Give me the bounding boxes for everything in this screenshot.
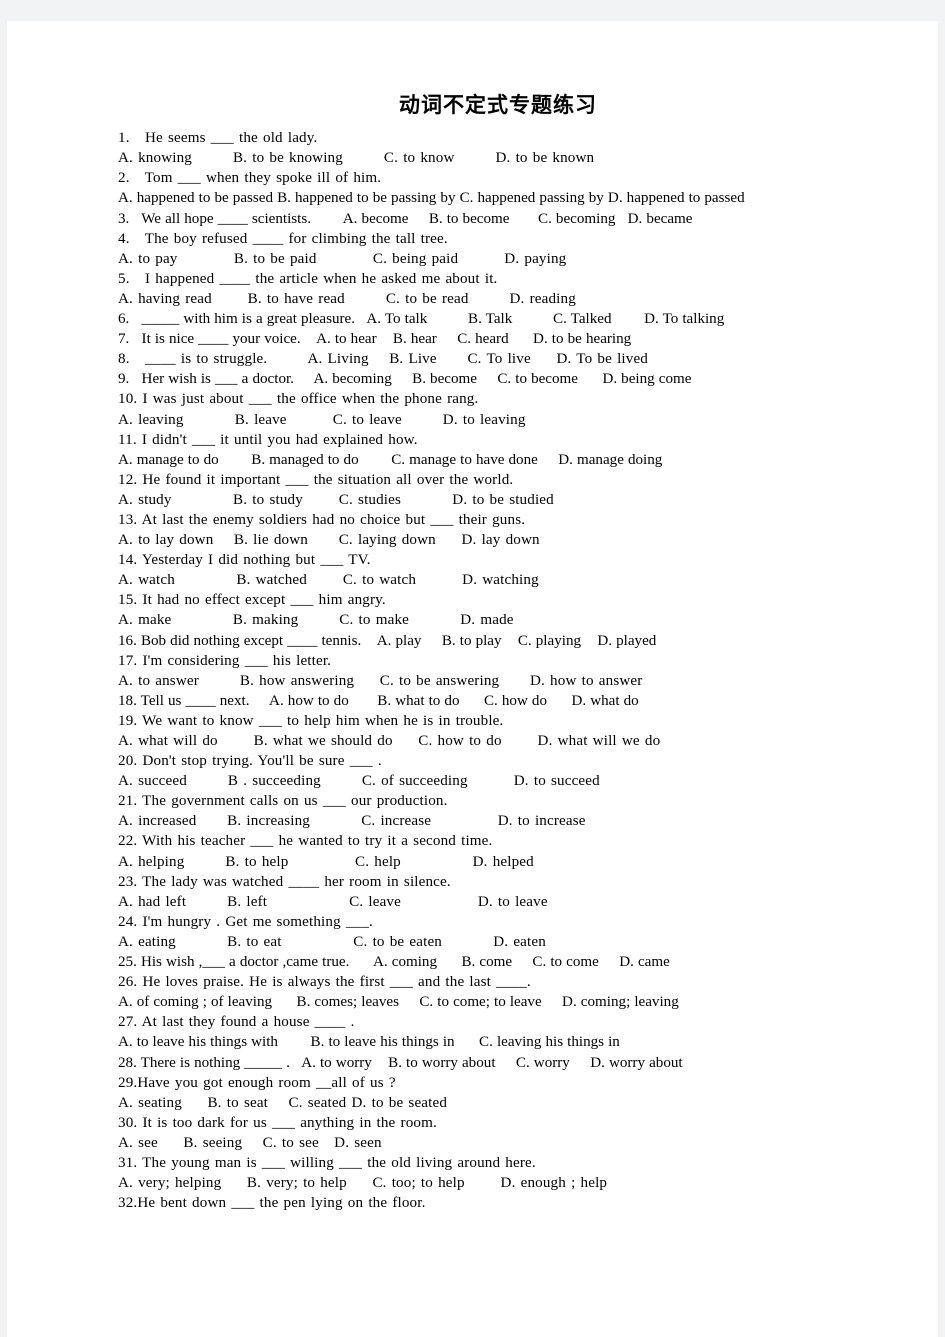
answer-options-line: A. to answer B. how answering C. to be a…: [118, 672, 643, 689]
answer-options-line: A. having read B. to have read C. to be …: [118, 290, 576, 307]
question-line: 21. The government calls on us ___ our p…: [118, 793, 448, 810]
answer-options-line: A. study B. to study C. studies D. to be…: [118, 491, 554, 508]
question-line: 19. We want to know ___ to help him when…: [118, 712, 504, 729]
question-line: 18. Tell us ____ next. A. how to do B. w…: [118, 692, 639, 709]
answer-options-line: A. increased B. increasing C. increase D…: [118, 813, 586, 830]
answer-options-line: A. see B. seeing C. to see D. seen: [118, 1134, 382, 1151]
answer-options-line: A. what will do B. what we should do C. …: [118, 733, 661, 749]
question-line: 2. Tom ___ when they spoke ill of him.: [118, 170, 382, 187]
answer-options-line: A. seating B. to seat C. seated D. to be…: [118, 1094, 448, 1111]
answer-options-line: A. to pay B. to be paid C. being paid D.…: [118, 250, 567, 267]
question-line: 32.He bent down ___ the pen lying on the…: [118, 1195, 426, 1212]
answer-options-line: A. of coming ; of leaving B. comes; leav…: [118, 994, 679, 1011]
question-list: 1. He seems ___ the old lady. A. knowing …: [118, 128, 830, 1213]
question-line: 29.Have you got enough room __all of us …: [118, 1074, 396, 1091]
question-line: 14. Yesterday I did nothing but ___ TV.: [118, 552, 371, 569]
answer-options-line: A. happened to be passed B. happened to …: [118, 190, 745, 207]
answer-options-line: A. watch B. watched C. to watch D. watch…: [118, 572, 539, 589]
question-line: 3. We all hope ____ scientists. A. becom…: [118, 210, 693, 227]
question-line: 10. I was just about ___ the office when…: [118, 391, 479, 408]
question-line: 25. His wish ,___ a doctor ,came true. A…: [118, 954, 670, 971]
question-line: 27. At last they found a house ____ .: [118, 1014, 355, 1031]
answer-options-line: A. helping B. to help C. help D. helped: [118, 853, 534, 870]
answer-options-line: A. succeed B . succeeding C. of succeedi…: [118, 773, 600, 790]
question-line: 6. _____ with him is a great pleasure. A…: [118, 311, 725, 328]
question-line: 30. It is too dark for us ___ anything i…: [118, 1114, 437, 1131]
question-line: 23. The lady was watched ____ her room i…: [118, 873, 451, 890]
answer-options-line: A. very; helping B. very; to help C. too…: [118, 1175, 608, 1192]
answer-options-line: A. manage to do B. managed to do C. mana…: [118, 451, 663, 468]
question-line: 31. The young man is ___ willing ___ the…: [118, 1154, 536, 1171]
answer-options-line: A. leaving B. leave C. to leave D. to le…: [118, 411, 526, 428]
answer-options-line: A. to lay down B. lie down C. laying dow…: [118, 532, 540, 549]
question-line: 17. I'm considering ___ his letter.: [118, 652, 332, 669]
question-line: 15. It had no effect except ___ him angr…: [118, 592, 386, 609]
question-line: 28. There is nothing _____ . A. to worry…: [118, 1054, 683, 1071]
answer-options-line: A. knowing B. to be knowing C. to know D…: [118, 150, 595, 167]
answer-options-line: A. to leave his things with B. to leave …: [118, 1034, 620, 1051]
document-content: 动词不定式专题练习 1. He seems ___ the old lady. A…: [118, 92, 830, 1213]
question-line: 20. Don't stop trying. You'll be sure __…: [118, 753, 382, 770]
question-line: 8. ____ is to struggle. A. Living B. Liv…: [118, 351, 649, 368]
answer-options-line: A. had left B. left C. leave D. to leave: [118, 893, 548, 910]
question-line: 16. Bob did nothing except ____ tennis. …: [118, 632, 657, 649]
question-line: 9. Her wish is ___ a doctor. A. becoming…: [118, 371, 692, 388]
question-line: 5. I happened ____ the article when he a…: [118, 270, 498, 287]
question-line: 7. It is nice ____ your voice. A. to hea…: [118, 331, 632, 348]
question-line: 13. At last the enemy soldiers had no ch…: [118, 511, 526, 528]
question-line: 12. He found it important ___ the situat…: [118, 471, 514, 488]
document-page: 动词不定式专题练习 1. He seems ___ the old lady. A…: [7, 21, 938, 1337]
question-line: 24. I'm hungry . Get me something ___.: [118, 913, 373, 930]
question-line: 22. With his teacher ___ he wanted to tr…: [118, 833, 493, 850]
question-line: 26. He loves praise. He is always the fi…: [118, 974, 531, 991]
answer-options-line: A. make B. making C. to make D. made: [118, 612, 514, 629]
question-line: 1. He seems ___ the old lady.: [118, 130, 318, 147]
question-line: 11. I didn't ___ it until you had explai…: [118, 431, 418, 448]
page-title: 动词不定式专题练习: [399, 92, 597, 117]
question-line: 4. The boy refused ____ for climbing the…: [118, 230, 448, 247]
answer-options-line: A. eating B. to eat C. to be eaten D. ea…: [118, 933, 546, 950]
